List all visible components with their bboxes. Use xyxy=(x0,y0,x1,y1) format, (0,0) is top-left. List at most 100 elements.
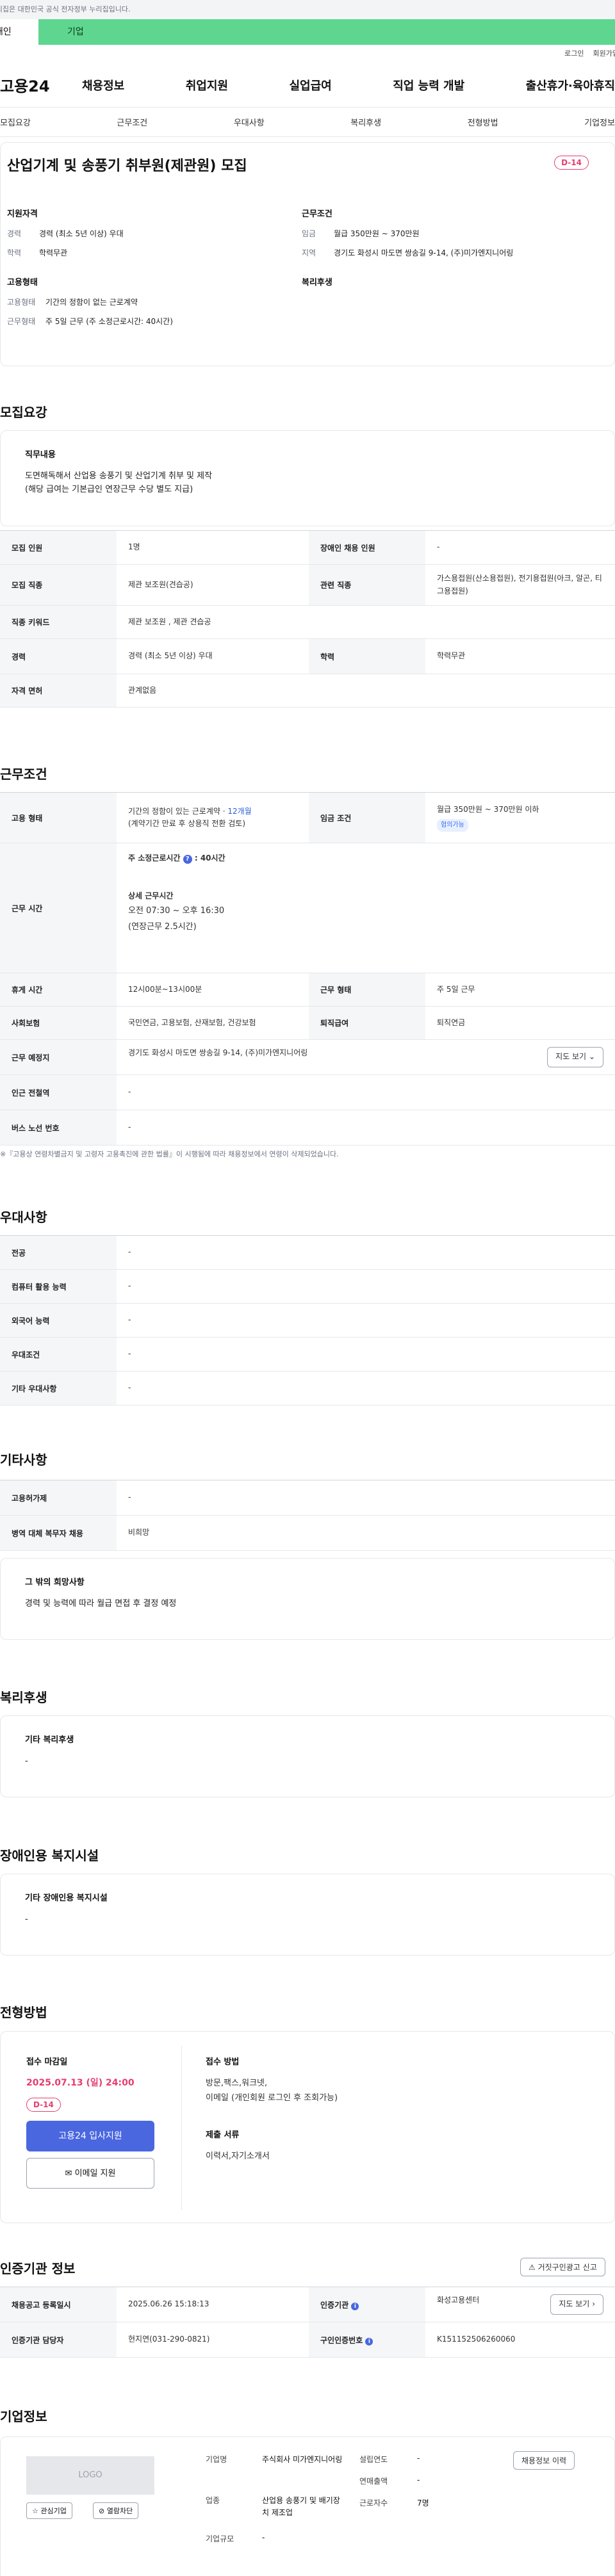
info-icon[interactable]: ? xyxy=(183,855,192,864)
row-label: 장애인 채용 인원 xyxy=(309,530,425,565)
company-title: 기업정보 xyxy=(0,2409,47,2424)
other-wishes-box: 그 밖의 희망사항 경력 및 능력에 따라 월급 면접 후 결정 예정 xyxy=(0,1558,615,1640)
duty-line-2: (해당 급여는 기본급인 연장근무 수당 별도 지급) xyxy=(25,484,193,494)
tab-individual[interactable]: 개인 xyxy=(0,19,38,45)
disabled-box-title: 기타 장애인용 복지시설 xyxy=(25,1893,108,1903)
employees-label: 근로자수 xyxy=(359,2499,388,2507)
table-row: 휴게 시간 12시00분~13시00분 근무 형태 주 5일 근무 xyxy=(0,973,615,1007)
anchor-conditions[interactable]: 근무조건 xyxy=(117,116,147,128)
gnb-item-employment-support[interactable]: 취업지원 xyxy=(186,77,228,93)
row-label: 모집 직종 xyxy=(0,564,117,606)
mail-icon: ✉ xyxy=(65,2169,72,2178)
work-permit: - xyxy=(117,1480,615,1516)
row-label: 직종 키워드 xyxy=(0,605,117,639)
welfare-title: 복리후생 xyxy=(0,1690,47,1705)
qual-career: 경력 (최소 5년 이상) 우대 xyxy=(39,229,124,238)
job-history-button[interactable]: 채용정보 이력 xyxy=(513,2451,575,2470)
other-wishes-text: 경력 및 능력에 따라 월급 면접 후 결정 예정 xyxy=(25,1599,177,1608)
row-label: 퇴직급여 xyxy=(309,1006,425,1040)
posting-date: 2025.06.26 15:18:13 xyxy=(117,2287,309,2322)
industry: 산업용 송풍기 및 배기장치 제조업 xyxy=(262,2496,340,2518)
row-label: 고용허가제 xyxy=(0,1480,117,1516)
info-icon[interactable]: i xyxy=(365,2337,373,2345)
bus: - xyxy=(117,1110,615,1146)
hours-detail-2: (연장근무 2.5시간) xyxy=(128,922,197,932)
row-label: 자격 면허 xyxy=(0,674,117,708)
summary-welfare: 복리후생 xyxy=(302,275,596,335)
deadline-date: 2025.07.13 (일) 24:00 xyxy=(26,2078,135,2088)
method-block: 접수 방법 방문,팩스,워크넷, 이메일 (개인회원 로그인 후 조회가능) 제… xyxy=(206,2055,462,2161)
negotiable-badge: 협의가능 xyxy=(437,818,468,832)
map-button[interactable]: 지도 보기 ⌄ xyxy=(547,1047,603,1067)
employees: 7명 xyxy=(417,2499,429,2507)
agency-map-button[interactable]: 지도 보기 › xyxy=(550,2294,603,2315)
recruit-title: 모집요강 xyxy=(0,405,47,420)
table-row: 기타 우대사항 - xyxy=(0,1371,615,1405)
disabled-title: 장애인용 복지시설 xyxy=(0,1848,99,1863)
revenue: - xyxy=(417,2475,420,2484)
pref-major: - xyxy=(117,1235,615,1270)
duty-box: 직무내용 도면해독해서 산업용 송풍기 및 산업기계 취부 및 제작 (해당 급… xyxy=(0,430,615,526)
anchor-screening[interactable]: 전형방법 xyxy=(468,116,498,128)
tab-corporate[interactable]: 기업 xyxy=(38,19,615,45)
company-box: LOGO ☆ 관심기업 ⊘ 열람차단 기업명 주식회사 미가엔지니어링 업종 산… xyxy=(0,2436,615,2576)
table-row: 모집 직종 제관 보조원(견습공) 관련 직종 가스용접원(산소용접원), 전기… xyxy=(0,564,615,606)
job-keywords: 제관 보조원 , 제관 견습공 xyxy=(117,605,615,639)
recruit-count: 1명 xyxy=(117,530,309,565)
table-row: 병역 대체 복무자 채용 비희망 xyxy=(0,1515,615,1551)
login-link[interactable]: 로그인 xyxy=(564,45,584,63)
company-name: 주식회사 미가엔지니어링 xyxy=(262,2455,343,2464)
row-label: 인증기관 담당자 xyxy=(0,2322,117,2358)
anchor-recruit[interactable]: 모집요강 xyxy=(0,116,31,128)
gnb-item-parental-leave[interactable]: 출산휴가·육아휴직 xyxy=(526,77,615,93)
site-logo[interactable]: 고용24 xyxy=(0,74,82,96)
military-service: 비희망 xyxy=(117,1515,615,1551)
info-icon[interactable]: i xyxy=(351,2302,359,2310)
screening-title: 전형방법 xyxy=(0,2005,47,2020)
work-place: 경기도 화성시 마도면 쌍송길 9-14, (주)미가엔지니어링 xyxy=(128,1048,308,1058)
signup-link[interactable]: 회원가입 xyxy=(593,45,615,63)
anchor-welfare[interactable]: 복리후생 xyxy=(350,116,381,128)
industry-label: 업종 xyxy=(206,2496,220,2505)
block-company-button[interactable]: ⊘ 열람차단 xyxy=(93,2502,139,2519)
founded-label: 설립연도 xyxy=(359,2455,388,2464)
pref-title: 우대사항 xyxy=(0,1210,47,1225)
disabled-count: - xyxy=(425,530,615,565)
table-row: 직종 키워드 제관 보조원 , 제관 견습공 xyxy=(0,605,615,639)
row-label: 임금 조건 xyxy=(309,792,425,843)
gov-notice-bar: 이 누리집은 대한민국 공식 전자정부 누리집입니다. xyxy=(0,0,615,19)
gnb-item-unemployment-benefit[interactable]: 실업급여 xyxy=(290,77,332,93)
anchor-company[interactable]: 기업정보 xyxy=(584,116,615,128)
section-anchor-tabs: 모집요강 근무조건 우대사항 복리후생 전형방법 기업정보 xyxy=(0,108,615,137)
report-fake-ad-button[interactable]: ⚠ 거짓구인광고 신고 xyxy=(520,2258,605,2276)
apply-button[interactable]: 고용24 입사지원 xyxy=(26,2121,154,2151)
wage-cell: 월급 350만원 ~ 370만원 이하 협의가능 xyxy=(425,792,615,843)
disabled-box: 기타 장애인용 복지시설 - xyxy=(0,1874,615,1956)
gnb-item-skill-development[interactable]: 직업 능력 개발 xyxy=(393,77,464,93)
anchor-preferences[interactable]: 우대사항 xyxy=(234,116,265,128)
job-summary-card: 산업기계 및 송풍기 취부원(제관원) 모집 D-14 지원자격 경력 경력 (최… xyxy=(0,142,615,366)
cond-location: 경기도 화성시 마도면 쌍송길 9-14, (주)미가엔지니어링 xyxy=(334,248,514,257)
emp-heading: 고용형태 xyxy=(7,278,38,288)
email-apply-button[interactable]: ✉ 이메일 지원 xyxy=(26,2158,154,2189)
hours-cell: 주 소정근로시간 ? : 40시간 상세 근무시간 오전 07:30 ~ 오후 … xyxy=(117,843,615,973)
conditions-table: 고용 형태 기간의 정함이 있는 근로계약 · 12개월 (계약기간 만료 후 … xyxy=(0,792,615,1146)
career-req: 경력 (최소 5년 이상) 우대 xyxy=(117,638,309,674)
work-type: 주 5일 근무 xyxy=(425,973,615,1007)
star-icon: ☆ xyxy=(32,2507,38,2515)
recruit-table: 모집 인원 1명 장애인 채용 인원 - 모집 직종 제관 보조원(견습공) 관… xyxy=(0,530,615,708)
chevron-down-icon: ⌄ xyxy=(588,1052,595,1062)
block-icon: ⊘ xyxy=(99,2507,105,2515)
gnb-menu: 채용정보 취업지원 실업급여 직업 능력 개발 출산휴가·육아휴직 xyxy=(82,77,615,93)
cert-agency-cell: 화성고용센터 지도 보기 › xyxy=(425,2287,615,2322)
wage-value: 월급 350만원 ~ 370만원 이하 xyxy=(437,805,539,814)
education-req: 학력무관 xyxy=(425,638,615,674)
company-name-label: 기업명 xyxy=(206,2455,227,2464)
table-row: 버스 노선 번호 - xyxy=(0,1110,615,1146)
gnb-item-jobs[interactable]: 채용정보 xyxy=(82,77,124,93)
license-req: 관계없음 xyxy=(117,674,615,708)
member-type-tabs: 개인 기업 xyxy=(0,19,615,45)
pref-computer: - xyxy=(117,1269,615,1304)
screening-dday-badge: D-14 xyxy=(26,2098,61,2112)
interest-company-button[interactable]: ☆ 관심기업 xyxy=(26,2502,72,2519)
